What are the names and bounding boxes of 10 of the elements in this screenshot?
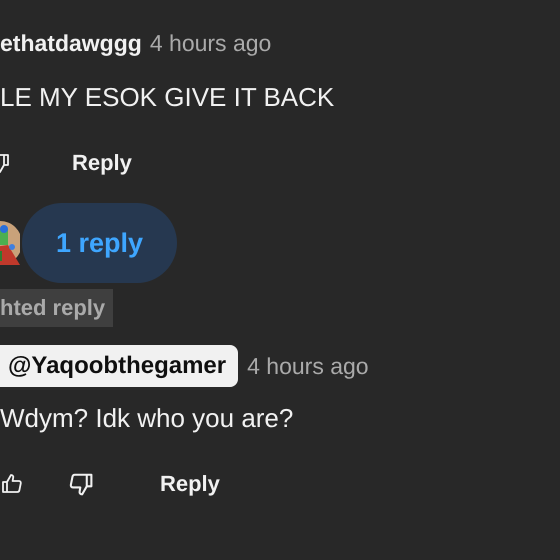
comment-text: Wdym? Idk who you are? [0, 403, 294, 434]
author-name[interactable]: ethatdawggg [0, 30, 142, 57]
reply-button[interactable]: Reply [160, 471, 220, 497]
replies-button[interactable]: 1 reply [22, 203, 178, 283]
comment-time: 4 hours ago [150, 30, 272, 57]
author-name[interactable]: @Yaqoobthegamer [0, 345, 238, 387]
comment-time: 4 hours ago [247, 352, 369, 380]
highlighted-reply-label: hted reply [0, 289, 114, 327]
reply-button[interactable]: Reply [72, 150, 132, 176]
comment-text: LE MY ESOK GIVE IT BACK [0, 82, 336, 113]
